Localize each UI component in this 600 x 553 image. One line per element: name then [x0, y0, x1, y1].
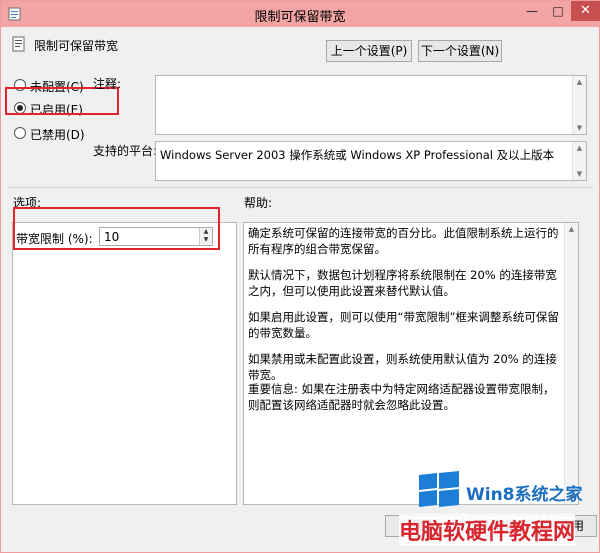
help-scrollbar[interactable]: ▲ ▼ — [564, 223, 578, 504]
help-label: 帮助: — [244, 196, 273, 210]
title-bar: 限制可保留带宽 — □ ✕ — [1, 1, 600, 27]
help-paragraph: 确定系统可保留的连接带宽的百分比。此值限制系统上运行的所有程序的组合带宽保留。 — [248, 226, 559, 256]
platform-value: Windows Server 2003 操作系统或 Windows XP Pro… — [160, 148, 555, 162]
watermark-site-tagline: 电脑软硬件教程网 — [399, 514, 576, 546]
previous-setting-button[interactable]: 上一个设置(P) — [326, 40, 412, 62]
radio-label: 已禁用(D) — [30, 128, 85, 142]
radio-dot — [14, 127, 26, 139]
scroll-down-icon[interactable]: ▼ — [573, 168, 586, 180]
window-title: 限制可保留带宽 — [254, 10, 346, 25]
scroll-up-icon[interactable]: ▲ — [565, 223, 578, 235]
close-button[interactable]: ✕ — [571, 1, 600, 21]
highlight-box-bandwidth — [13, 207, 220, 250]
maximize-button[interactable]: □ — [545, 1, 571, 21]
scroll-down-icon[interactable]: ▼ — [573, 122, 586, 134]
policy-name: 限制可保留带宽 — [34, 39, 119, 53]
watermark-site-name: Win8系统之家 — [466, 485, 583, 505]
minimize-button[interactable]: — — [519, 1, 545, 21]
platform-label: 支持的平台: — [93, 144, 158, 158]
comment-textarea[interactable]: ▲ ▼ — [155, 75, 587, 135]
options-panel: 带宽限制 (%): 10 ▲ ▼ — [12, 222, 237, 505]
help-panel: 确定系统可保留的连接带宽的百分比。此值限制系统上运行的所有程序的组合带宽保留。 … — [243, 222, 579, 505]
comment-label: 注释: — [93, 77, 122, 91]
next-setting-button[interactable]: 下一个设置(N) — [418, 40, 502, 62]
comment-scrollbar[interactable]: ▲ ▼ — [572, 76, 586, 134]
help-paragraph: 如果禁用或未配置此设置，则系统使用默认值为 20% 的连接带宽。 — [248, 352, 557, 382]
help-paragraph: 默认情况下，数据包计划程序将系统限制在 20% 的连接带宽之内，但可以使用此设置… — [248, 268, 557, 298]
help-paragraph: 如果启用此设置，则可以使用“带宽限制”框来调整系统可保留的带宽数量。 — [248, 310, 559, 340]
section-divider — [8, 187, 593, 188]
policy-setting-icon — [12, 36, 25, 52]
platform-scrollbar[interactable]: ▲ ▼ — [572, 142, 586, 180]
windows-logo-icon — [419, 470, 459, 508]
scroll-up-icon[interactable]: ▲ — [573, 142, 586, 154]
policy-dialog: 限制可保留带宽 — □ ✕ 限制可保留带宽 上一个设置(P) 下一个设置(N) … — [0, 0, 600, 553]
scroll-up-icon[interactable]: ▲ — [573, 76, 586, 88]
help-paragraph: 重要信息: 如果在注册表中为特定网络适配器设置带宽限制，则配置该网络适配器时就会… — [248, 382, 555, 412]
platform-field: Windows Server 2003 操作系统或 Windows XP Pro… — [155, 141, 587, 181]
